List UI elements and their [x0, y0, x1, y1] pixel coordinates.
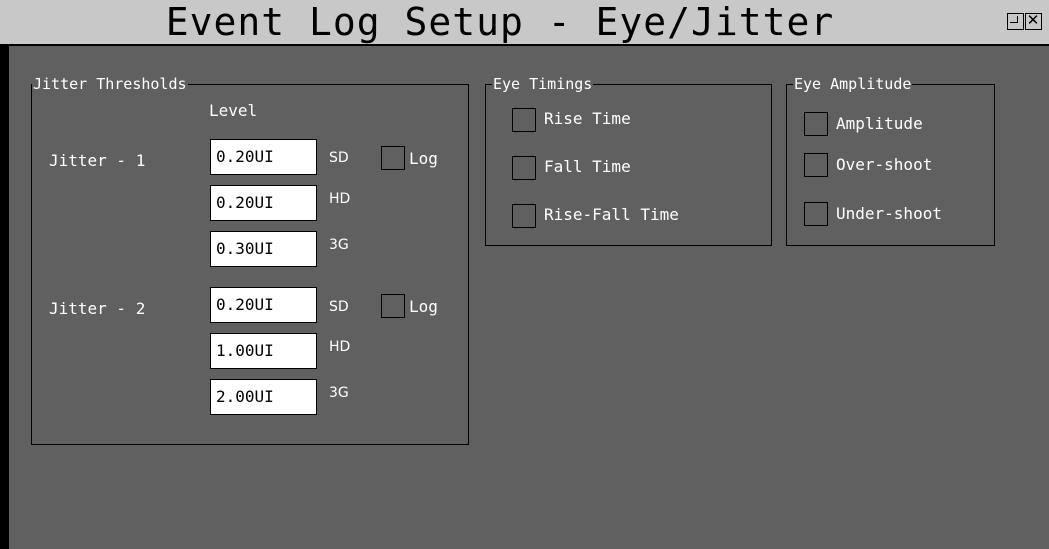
jitter-2-sd-level-field[interactable]: 0.20UI: [210, 287, 317, 323]
jitter-2-sd-label: SD: [329, 299, 349, 315]
jitter-thresholds-group: Jitter Thresholds Level Jitter - 1 0.20U…: [31, 74, 469, 445]
over-shoot-checkbox[interactable]: [804, 153, 828, 177]
jitter-1-sd-level-field[interactable]: 0.20UI: [210, 139, 317, 175]
rise-time-label: Rise Time: [544, 109, 631, 128]
jitter-1-hd-label: HD: [329, 191, 351, 207]
close-window-icon[interactable]: ✕: [1025, 11, 1042, 30]
jitter-thresholds-legend: Jitter Thresholds: [32, 74, 188, 94]
under-shoot-checkbox[interactable]: [804, 202, 828, 226]
amplitude-checkbox[interactable]: [804, 112, 828, 136]
jitter-2-log-label: Log: [409, 297, 438, 316]
rise-fall-time-label: Rise-Fall Time: [544, 205, 679, 224]
jitter-1-3g-level-field[interactable]: 0.30UI: [210, 231, 317, 267]
rise-time-checkbox[interactable]: [512, 108, 536, 132]
jitter-1-sd-label: SD: [329, 150, 349, 166]
rise-fall-time-checkbox[interactable]: [512, 204, 536, 228]
eye-timings-legend: Eye Timings: [492, 74, 594, 94]
close-glyph: ✕: [1026, 11, 1040, 29]
title-bar: Event Log Setup - Eye/Jitter ✕: [0, 0, 1049, 46]
event-log-setup-window: Event Log Setup - Eye/Jitter ✕ Jitter Th…: [0, 0, 1049, 549]
jitter-1-log-label: Log: [409, 149, 438, 168]
jitter-1-hd-level-field[interactable]: 0.20UI: [210, 185, 317, 221]
jitter-1-3g-label: 3G: [329, 237, 349, 253]
fall-time-label: Fall Time: [544, 157, 631, 176]
jitter-2-log-checkbox[interactable]: [381, 294, 405, 318]
jitter-2-hd-label: HD: [329, 339, 351, 355]
window-title: Event Log Setup - Eye/Jitter: [165, 0, 835, 44]
jitter-2-label: Jitter - 2: [49, 299, 146, 318]
jitter-2-3g-label: 3G: [329, 385, 349, 401]
eye-timings-group: Eye Timings Rise Time Fall Time Rise-Fal…: [485, 74, 772, 246]
eye-amplitude-legend: Eye Amplitude: [793, 74, 913, 94]
eye-amplitude-group: Eye Amplitude Amplitude Over-shoot Under…: [786, 74, 995, 246]
jitter-2-3g-level-field[interactable]: 2.00UI: [210, 379, 317, 415]
restore-window-icon[interactable]: [1007, 13, 1024, 30]
jitter-1-log-checkbox[interactable]: [381, 146, 405, 170]
over-shoot-label: Over-shoot: [836, 155, 933, 174]
fall-time-checkbox[interactable]: [512, 156, 536, 180]
under-shoot-label: Under-shoot: [836, 204, 942, 223]
left-border: [0, 46, 9, 549]
jitter-2-hd-level-field[interactable]: 1.00UI: [210, 333, 317, 369]
jitter-1-label: Jitter - 1: [49, 151, 146, 170]
level-column-header: Level: [209, 101, 258, 120]
amplitude-label: Amplitude: [836, 114, 923, 133]
